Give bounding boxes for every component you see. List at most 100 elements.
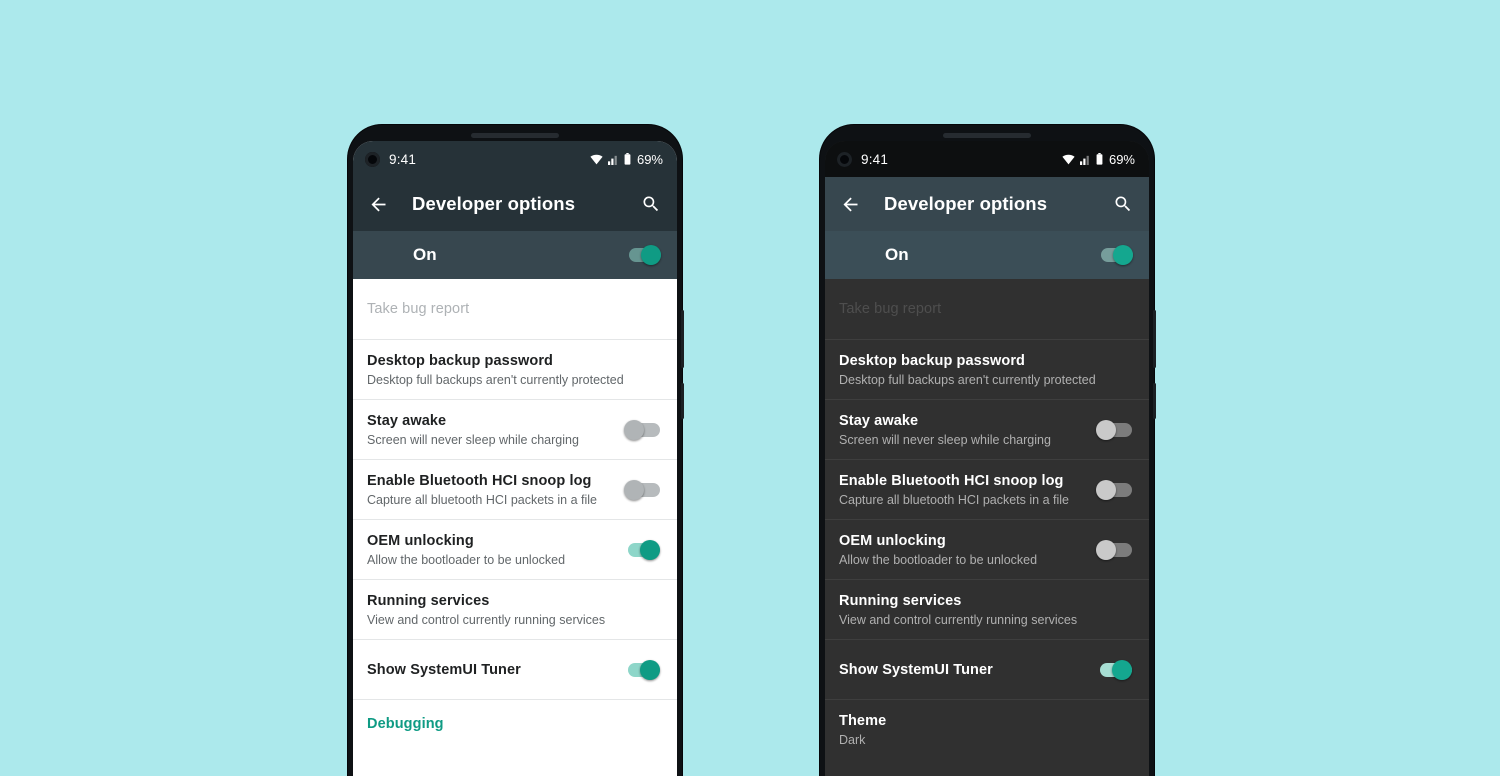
- row-title: Stay awake: [367, 412, 447, 429]
- volume-button[interactable]: [681, 310, 684, 368]
- row-title: Debugging: [367, 715, 444, 732]
- settings-row[interactable]: Desktop backup password Desktop full back…: [353, 339, 677, 399]
- switch-thumb: [640, 539, 660, 560]
- settings-row[interactable]: OEM unlocking Allow the bootloader to be …: [825, 519, 1149, 579]
- front-camera-icon: [837, 151, 852, 167]
- row-title: Enable Bluetooth HCI snoop log: [839, 472, 1064, 489]
- switch-thumb: [1112, 659, 1132, 680]
- row-title: Theme: [839, 712, 887, 729]
- developer-options-master-row[interactable]: On: [825, 231, 1149, 279]
- row-subtitle: Screen will never sleep while charging: [839, 432, 1051, 447]
- search-icon[interactable]: [639, 192, 663, 216]
- row-toggle-switch[interactable]: [624, 479, 660, 500]
- settings-row[interactable]: Enable Bluetooth HCI snoop log Capture al…: [825, 459, 1149, 519]
- switch-thumb: [1096, 539, 1116, 560]
- row-toggle-switch[interactable]: [1096, 419, 1132, 440]
- row-title: Take bug report: [839, 301, 942, 317]
- row-texts: OEM unlocking Allow the bootloader to be …: [367, 522, 624, 578]
- row-subtitle: Dark: [839, 732, 866, 747]
- master-toggle-label: On: [885, 245, 909, 264]
- page-title: Developer options: [412, 193, 576, 214]
- row-texts: Enable Bluetooth HCI snoop log Capture al…: [839, 462, 1096, 518]
- row-subtitle: Screen will never sleep while charging: [367, 432, 579, 447]
- row-texts: OEM unlocking Allow the bootloader to be …: [839, 522, 1096, 578]
- wifi-icon: [590, 154, 603, 165]
- settings-row[interactable]: Stay awake Screen will never sleep while …: [825, 399, 1149, 459]
- row-texts: Take bug report: [367, 290, 660, 328]
- settings-row[interactable]: Theme Dark: [825, 699, 1149, 759]
- developer-options-master-row[interactable]: On: [353, 231, 677, 279]
- settings-row[interactable]: Stay awake Screen will never sleep while …: [353, 399, 677, 459]
- battery-icon: [624, 153, 631, 165]
- row-toggle-switch[interactable]: [624, 419, 660, 440]
- row-title: Running services: [839, 592, 962, 609]
- row-subtitle: Desktop full backups aren't currently pr…: [367, 372, 624, 387]
- earpiece-speaker: [943, 133, 1031, 138]
- row-texts: Take bug report: [839, 290, 1132, 328]
- switch-thumb: [624, 419, 644, 440]
- master-toggle-switch[interactable]: [625, 245, 661, 265]
- row-subtitle: View and control currently running servi…: [367, 612, 606, 627]
- battery-icon: [1096, 153, 1103, 165]
- screenshot-canvas: 9:41 69% Developer options On Take bug r…: [0, 0, 1500, 776]
- settings-list-dark[interactable]: Take bug report Desktop backup password De…: [825, 279, 1149, 776]
- settings-row[interactable]: Running services View and control current…: [353, 579, 677, 639]
- phone-screen-light: 9:41 69% Developer options On Take bug r…: [353, 141, 677, 776]
- row-texts: Show SystemUI Tuner: [839, 651, 1096, 689]
- row-toggle-switch[interactable]: [1096, 539, 1132, 560]
- row-texts: Theme Dark: [839, 702, 1132, 758]
- settings-row[interactable]: Show SystemUI Tuner: [825, 639, 1149, 699]
- settings-row: Take bug report: [825, 279, 1149, 339]
- row-title: Show SystemUI Tuner: [367, 661, 521, 678]
- row-title: Stay awake: [839, 412, 919, 429]
- row-texts: Stay awake Screen will never sleep while …: [839, 402, 1096, 458]
- row-title: OEM unlocking: [367, 532, 474, 549]
- phone-device-light: 9:41 69% Developer options On Take bug r…: [348, 125, 684, 776]
- row-texts: Running services View and control current…: [367, 582, 660, 638]
- power-button[interactable]: [1153, 383, 1156, 419]
- row-subtitle: Allow the bootloader to be unlocked: [367, 552, 566, 567]
- settings-row[interactable]: Enable Bluetooth HCI snoop log Capture al…: [353, 459, 677, 519]
- switch-thumb: [1096, 419, 1116, 440]
- row-texts: Desktop backup password Desktop full back…: [367, 342, 660, 398]
- battery-percent: 69%: [636, 151, 663, 167]
- row-toggle-switch[interactable]: [1096, 659, 1132, 680]
- row-texts: Desktop backup password Desktop full back…: [839, 342, 1132, 398]
- row-toggle-switch[interactable]: [1096, 479, 1132, 500]
- volume-button[interactable]: [1153, 310, 1156, 368]
- settings-row[interactable]: Desktop backup password Desktop full back…: [825, 339, 1149, 399]
- switch-thumb: [1113, 245, 1133, 265]
- wifi-icon: [1062, 154, 1075, 165]
- status-indicators: 69%: [1062, 152, 1135, 167]
- settings-row[interactable]: Running services View and control current…: [825, 579, 1149, 639]
- row-texts: Stay awake Screen will never sleep while …: [367, 402, 624, 458]
- back-arrow-icon[interactable]: [838, 192, 862, 216]
- row-subtitle: Desktop full backups aren't currently pr…: [839, 372, 1096, 387]
- switch-thumb: [624, 479, 644, 500]
- master-toggle-label: On: [413, 245, 437, 264]
- back-arrow-icon[interactable]: [366, 192, 390, 216]
- row-texts: Show SystemUI Tuner: [367, 651, 624, 689]
- settings-row: Take bug report: [353, 279, 677, 339]
- search-icon[interactable]: [1111, 192, 1135, 216]
- row-title: Desktop backup password: [839, 352, 1026, 369]
- row-subtitle: Capture all bluetooth HCI packets in a f…: [367, 492, 597, 507]
- row-toggle-switch[interactable]: [624, 659, 660, 680]
- master-toggle-switch[interactable]: [1097, 245, 1133, 265]
- settings-row[interactable]: Show SystemUI Tuner: [353, 639, 677, 699]
- status-clock: 9:41: [389, 151, 417, 167]
- row-toggle-switch[interactable]: [624, 539, 660, 560]
- row-texts: Debugging: [367, 705, 660, 743]
- front-camera-icon: [365, 151, 380, 167]
- page-title: Developer options: [884, 193, 1048, 214]
- row-title: Take bug report: [367, 301, 470, 317]
- settings-section-header[interactable]: Debugging: [353, 699, 677, 747]
- switch-thumb: [641, 245, 661, 265]
- power-button[interactable]: [681, 383, 684, 419]
- settings-list-light[interactable]: Take bug report Desktop backup password De…: [353, 279, 677, 776]
- row-texts: Enable Bluetooth HCI snoop log Capture al…: [367, 462, 624, 518]
- row-title: Running services: [367, 592, 490, 609]
- signal-icon: [607, 154, 619, 165]
- settings-row[interactable]: OEM unlocking Allow the bootloader to be …: [353, 519, 677, 579]
- row-title: Show SystemUI Tuner: [839, 661, 993, 678]
